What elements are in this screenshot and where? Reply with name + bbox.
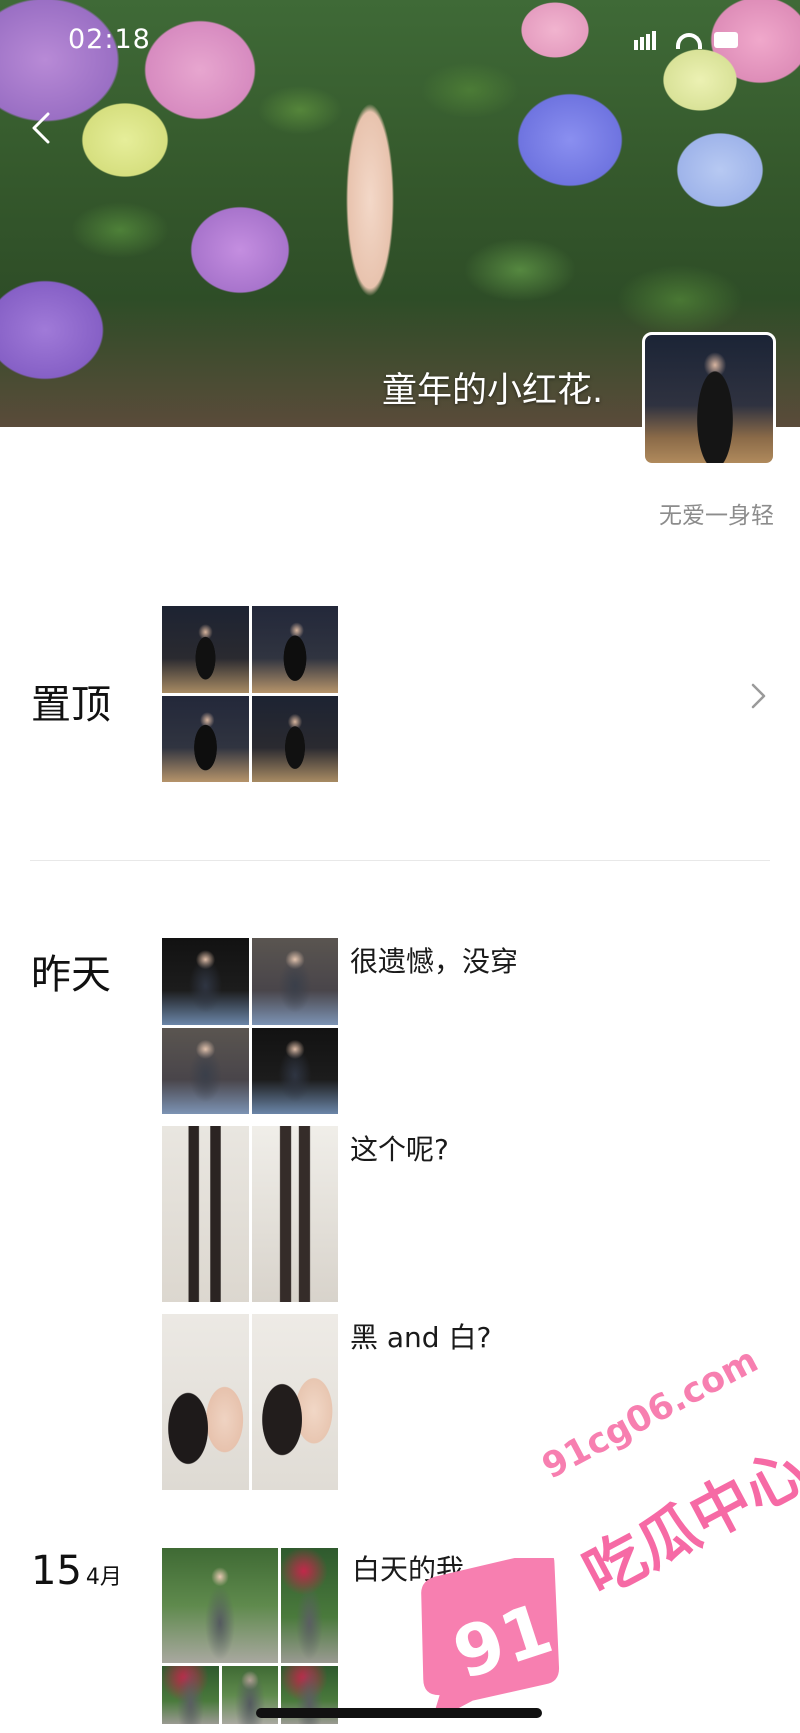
status-time: 02:18 bbox=[68, 24, 151, 55]
avatar[interactable] bbox=[642, 332, 776, 466]
post-thumbnail-grid[interactable] bbox=[162, 1314, 338, 1490]
wifi-icon bbox=[676, 33, 702, 49]
post-date: 昨天 bbox=[31, 952, 111, 998]
post-date-month: 4月 bbox=[85, 1565, 122, 1590]
post-photo bbox=[162, 1126, 249, 1302]
pinned-photo bbox=[251, 695, 338, 782]
post-photo bbox=[162, 1548, 279, 1663]
back-button[interactable] bbox=[22, 108, 62, 148]
post-photo bbox=[251, 1314, 338, 1490]
post-text[interactable]: 很遗憾，没穿 bbox=[350, 940, 518, 980]
chevron-left-icon bbox=[32, 112, 50, 144]
post-date-day: 15 bbox=[31, 1548, 82, 1594]
signal-bar bbox=[652, 31, 656, 50]
divider bbox=[30, 860, 770, 861]
home-indicator[interactable] bbox=[256, 1708, 542, 1718]
pinned-photo bbox=[162, 606, 249, 693]
username[interactable]: 无爱一身轻 bbox=[659, 496, 774, 530]
chevron-right-icon[interactable] bbox=[748, 680, 770, 712]
post-photo bbox=[281, 1548, 338, 1663]
pinned-label: 置顶 bbox=[31, 682, 111, 728]
post-thumbnail-grid[interactable] bbox=[162, 938, 338, 1114]
post-photo bbox=[162, 1666, 219, 1724]
status-icons bbox=[634, 30, 742, 50]
post-photo bbox=[251, 938, 338, 1025]
post-thumbnail-grid[interactable] bbox=[162, 1548, 338, 1724]
battery-icon bbox=[714, 32, 738, 48]
post-photo bbox=[162, 938, 249, 1025]
post-photo bbox=[251, 1027, 338, 1114]
watermark-logo: 91 bbox=[421, 1558, 562, 1716]
post-photo bbox=[251, 1126, 338, 1302]
signal-icon bbox=[634, 40, 638, 50]
post-date: 15 4月 bbox=[31, 1548, 122, 1594]
pinned-photo bbox=[162, 695, 249, 782]
post-text[interactable]: 黑 and 白? bbox=[350, 1316, 491, 1356]
cover-caption: 童年的小红花. bbox=[382, 371, 604, 411]
post-photo bbox=[162, 1314, 249, 1490]
post-photo bbox=[162, 1027, 249, 1114]
signal-bar bbox=[640, 37, 644, 50]
pinned-thumbnail-grid[interactable] bbox=[162, 606, 338, 782]
pinned-photo bbox=[251, 606, 338, 693]
post-text[interactable]: 这个呢? bbox=[350, 1128, 449, 1168]
post-thumbnail-grid[interactable] bbox=[162, 1126, 338, 1302]
signal-bar bbox=[646, 34, 650, 50]
